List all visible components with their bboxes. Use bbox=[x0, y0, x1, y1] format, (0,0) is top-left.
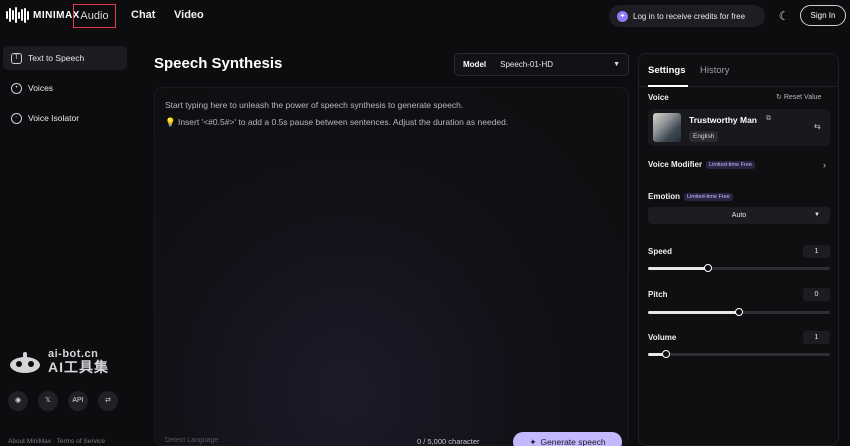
pitch-value-input[interactable]: 0 bbox=[803, 288, 830, 301]
speed-label: Speed bbox=[648, 247, 673, 256]
api-link[interactable]: API bbox=[68, 391, 88, 411]
character-count: 0 / 5,000 character bbox=[417, 437, 480, 446]
voice-modifier-row[interactable]: Voice Modifier Limited-time Free bbox=[648, 160, 755, 169]
sidebar: T Text to Speech • Voices ◦ Voice Isolat… bbox=[0, 40, 134, 446]
voice-isolator-icon: ◦ bbox=[11, 112, 22, 124]
voice-language-badge: English bbox=[689, 131, 719, 142]
text-to-speech-icon: T bbox=[11, 52, 22, 64]
active-tab-indicator bbox=[648, 85, 688, 87]
editor-hint-line: 💡 Insert '<#0.5#>' to add a 0.5s pause b… bbox=[165, 117, 508, 128]
page-title: Speech Synthesis bbox=[154, 55, 283, 72]
editor-hint-text: Insert '<#0.5#>' to add a 0.5s pause bet… bbox=[177, 117, 509, 127]
voice-name: Trustworthy Man bbox=[689, 115, 758, 125]
slider-handle[interactable] bbox=[662, 350, 671, 358]
sidebar-item-label: Voices bbox=[28, 83, 54, 93]
slider-handle[interactable] bbox=[735, 308, 743, 316]
reset-label: Reset Value bbox=[783, 94, 822, 101]
copy-icon[interactable]: ⧉ bbox=[766, 115, 771, 123]
watermark: ai-bot.cn AI工具集 bbox=[8, 349, 109, 374]
lightbulb-icon: 💡 bbox=[165, 117, 176, 127]
nav-tab-chat[interactable]: Chat bbox=[126, 4, 160, 28]
voices-icon: • bbox=[11, 82, 22, 94]
volume-slider[interactable] bbox=[648, 350, 830, 358]
social-links: ◉ 𝕏 API ⇄ bbox=[8, 391, 118, 411]
settings-panel: Settings History Voice ↻ Reset Value Tru… bbox=[638, 53, 839, 446]
sidebar-item-text-to-speech[interactable]: T Text to Speech bbox=[3, 46, 127, 70]
text-input-area[interactable]: Start typing here to unleash the power o… bbox=[154, 87, 629, 446]
limited-free-badge: Limited-time Free bbox=[706, 160, 755, 169]
top-bar: MINIMAX Audio Chat Video ✦ Log in to rec… bbox=[0, 0, 850, 32]
reset-icon: ↻ bbox=[776, 94, 782, 101]
speed-value-input[interactable]: 1 bbox=[803, 245, 830, 258]
speed-slider[interactable] bbox=[648, 264, 830, 272]
model-value: Speech-01-HD bbox=[500, 60, 554, 69]
voice-card[interactable]: Trustworthy Man ⧉ English ⇆ bbox=[648, 109, 830, 146]
chevron-down-icon: ▼ bbox=[814, 212, 820, 218]
app-window: MINIMAX Audio Chat Video ✦ Log in to rec… bbox=[0, 0, 850, 446]
slider-handle[interactable] bbox=[704, 264, 713, 272]
footer-links[interactable]: About MiniMax · Terms of Service bbox=[8, 438, 105, 445]
credits-banner[interactable]: ✦ Log in to receive credits for free bbox=[609, 5, 765, 27]
swap-voice-icon[interactable]: ⇆ bbox=[814, 122, 821, 131]
slider-fill bbox=[648, 267, 709, 270]
volume-label: Volume bbox=[648, 333, 677, 342]
chevron-right-icon[interactable]: › bbox=[823, 160, 826, 170]
gift-icon: ✦ bbox=[617, 10, 628, 22]
sign-in-button[interactable]: Sign In bbox=[800, 5, 846, 26]
credits-text: Log in to receive credits for free bbox=[633, 11, 746, 21]
feedback-icon[interactable]: ⇄ bbox=[98, 391, 118, 411]
reset-value-button[interactable]: ↻ Reset Value bbox=[776, 93, 821, 101]
detect-language-select[interactable]: Detect Language bbox=[165, 437, 218, 444]
tab-history[interactable]: History bbox=[700, 65, 730, 76]
sidebar-item-label: Text to Speech bbox=[28, 53, 85, 63]
emotion-row: Emotion Limited-time Free bbox=[648, 192, 733, 201]
watermark-name: AI工具集 bbox=[48, 359, 109, 375]
volume-value-input[interactable]: 1 bbox=[803, 331, 830, 344]
limited-free-badge: Limited-time Free bbox=[684, 192, 733, 201]
robot-watermark-icon bbox=[10, 351, 40, 373]
chevron-down-icon: ▼ bbox=[613, 61, 620, 68]
sparkle-icon: ✦ bbox=[529, 436, 537, 446]
emotion-value: Auto bbox=[731, 212, 747, 219]
voice-avatar bbox=[653, 113, 681, 142]
slider-fill bbox=[648, 311, 739, 314]
logo[interactable]: MINIMAX bbox=[6, 7, 80, 23]
nav-tab-video[interactable]: Video bbox=[169, 4, 209, 28]
editor-placeholder-line: Start typing here to unleash the power o… bbox=[165, 100, 464, 110]
model-select[interactable]: Model Speech-01-HD ▼ bbox=[454, 53, 629, 76]
sidebar-item-voice-isolator[interactable]: ◦ Voice Isolator bbox=[3, 106, 127, 130]
sidebar-item-label: Voice Isolator bbox=[28, 113, 80, 123]
voice-label: Voice bbox=[648, 93, 669, 102]
pitch-label: Pitch bbox=[648, 290, 668, 299]
sidebar-item-voices[interactable]: • Voices bbox=[3, 76, 127, 100]
discord-icon[interactable]: ◉ bbox=[8, 391, 28, 411]
x-icon[interactable]: 𝕏 bbox=[38, 391, 58, 411]
nav-tab-audio[interactable]: Audio bbox=[73, 4, 116, 28]
editor-footer: Detect Language 0 / 5,000 character ✦ Ge… bbox=[155, 432, 630, 446]
pitch-slider[interactable] bbox=[648, 308, 830, 316]
theme-toggle-moon-icon[interactable]: ☾ bbox=[776, 8, 792, 24]
voice-modifier-label: Voice Modifier bbox=[648, 160, 703, 169]
generate-label: Generate speech bbox=[540, 437, 606, 446]
model-label: Model bbox=[463, 60, 487, 69]
tab-settings[interactable]: Settings bbox=[648, 65, 685, 76]
emotion-label: Emotion bbox=[648, 192, 680, 201]
emotion-select[interactable]: Auto ▼ bbox=[648, 207, 830, 224]
generate-speech-button[interactable]: ✦ Generate speech bbox=[513, 432, 622, 446]
minimax-logo-icon bbox=[6, 7, 29, 23]
